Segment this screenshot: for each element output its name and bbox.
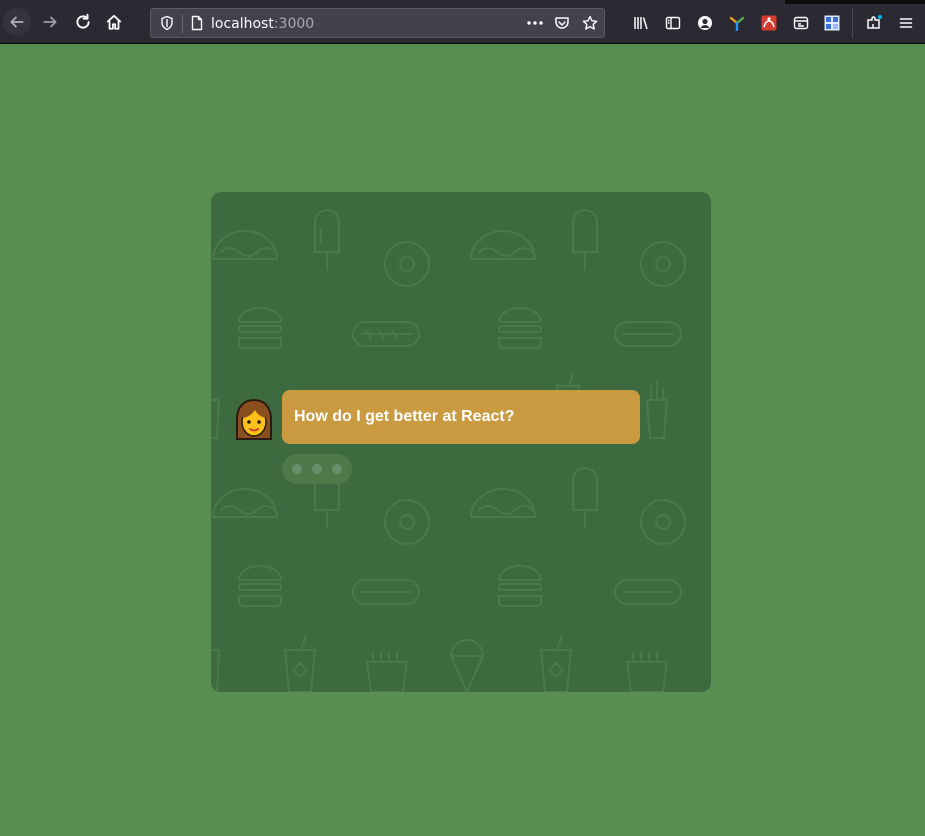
pocket-icon[interactable] xyxy=(554,15,570,31)
url-text[interactable]: localhost:3000 xyxy=(211,16,314,32)
drink-icon xyxy=(540,635,572,692)
typing-dot xyxy=(312,464,322,474)
burger-icon xyxy=(238,307,282,349)
hotdog-icon xyxy=(352,579,420,605)
reload-icon xyxy=(76,13,90,29)
browser-toolbar: localhost:3000 xyxy=(0,0,925,44)
forward-arrow-icon xyxy=(43,16,57,28)
extensions-puzzle-icon[interactable] xyxy=(866,15,882,31)
drink-icon xyxy=(284,635,316,692)
hotdog-icon xyxy=(352,321,420,347)
sidebar-icon[interactable] xyxy=(665,15,681,31)
home-icon xyxy=(106,14,122,30)
fries-icon xyxy=(626,651,668,692)
hotdog-icon xyxy=(614,321,682,347)
home-button[interactable] xyxy=(100,8,128,36)
chat-card: How do I get better at React? xyxy=(211,192,711,692)
popsicle-icon xyxy=(314,209,340,271)
more-icon[interactable] xyxy=(526,15,544,31)
burger-icon xyxy=(498,307,542,349)
typing-dot xyxy=(292,464,302,474)
popsicle-icon xyxy=(572,467,598,529)
url-host: localhost xyxy=(211,16,274,32)
extension-grid-icon[interactable] xyxy=(824,15,840,31)
extension-tri-icon[interactable] xyxy=(729,15,745,31)
fries-icon xyxy=(646,381,668,439)
url-port: :3000 xyxy=(273,16,315,32)
icecream-icon xyxy=(450,639,484,692)
toolbar-separator xyxy=(852,8,853,38)
url-bar[interactable]: localhost:3000 xyxy=(150,8,605,38)
popsicle-icon xyxy=(572,209,598,271)
donut-icon xyxy=(640,241,686,287)
taco-icon xyxy=(212,488,278,518)
library-icon[interactable] xyxy=(633,15,649,31)
shield-icon[interactable] xyxy=(159,15,175,31)
typing-dot xyxy=(332,464,342,474)
taco-icon xyxy=(470,230,536,260)
message-bubble: How do I get better at React? xyxy=(282,390,640,444)
taco-icon xyxy=(212,230,278,260)
account-icon[interactable] xyxy=(697,15,713,31)
avatar xyxy=(231,397,277,443)
message-text: How do I get better at React? xyxy=(294,408,515,425)
window-strip xyxy=(785,0,925,4)
page-icon[interactable] xyxy=(189,15,205,31)
taco-icon xyxy=(470,488,536,518)
extension-dev-icon[interactable] xyxy=(793,15,809,31)
back-button[interactable] xyxy=(3,8,31,36)
donut-icon xyxy=(640,499,686,545)
drink-icon xyxy=(211,649,220,692)
reload-button[interactable] xyxy=(69,8,97,36)
burger-icon xyxy=(238,565,282,607)
fries-icon xyxy=(211,399,220,439)
url-separator xyxy=(182,15,183,33)
typing-indicator xyxy=(282,454,352,484)
woman-emoji-icon xyxy=(236,398,272,440)
forward-button[interactable] xyxy=(36,8,64,36)
back-arrow-icon xyxy=(10,16,24,28)
extension-red-icon[interactable] xyxy=(761,15,777,31)
bookmark-star-icon[interactable] xyxy=(582,15,598,31)
fries-icon xyxy=(366,651,408,692)
hamburger-menu-icon[interactable] xyxy=(898,15,914,31)
burger-icon xyxy=(498,565,542,607)
hotdog-icon xyxy=(614,579,682,605)
donut-icon xyxy=(384,241,430,287)
donut-icon xyxy=(384,499,430,545)
